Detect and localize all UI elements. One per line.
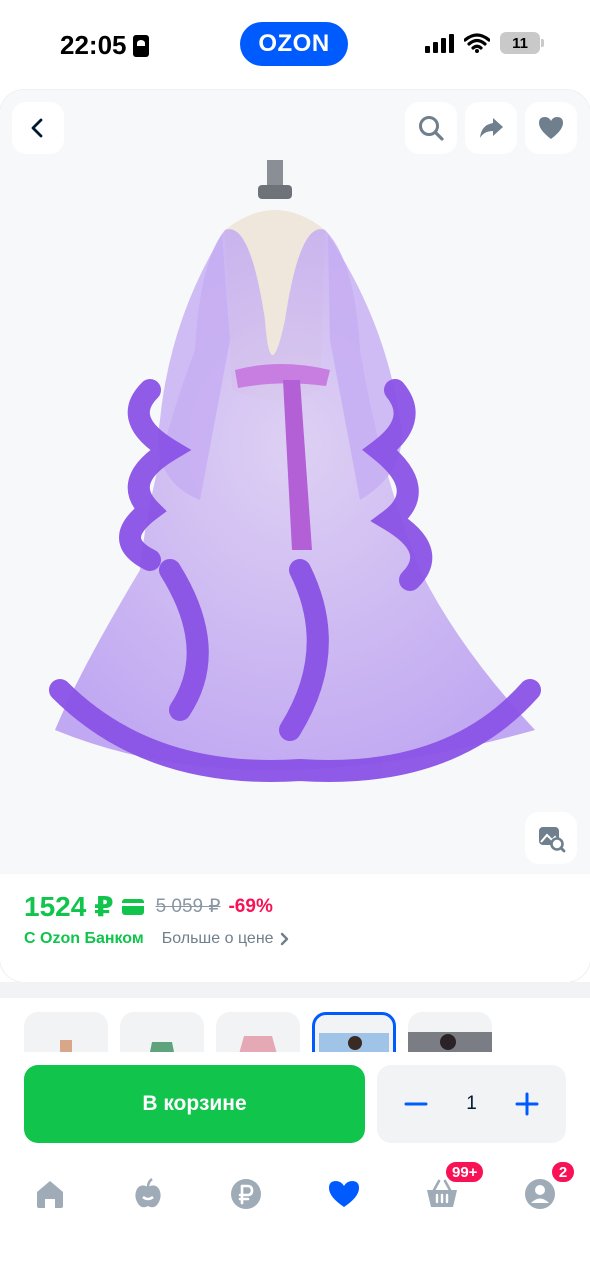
section-separator [0,982,590,998]
back-button[interactable] [12,102,64,154]
bank-row: С Ozon Банком Больше о цене [24,930,290,948]
home-icon [37,1181,63,1208]
quantity-stepper: 1 [377,1065,566,1143]
price-row: 1524 ₽ 5 059 ₽ -69% [24,890,273,923]
variant-thumbnails [0,998,590,1058]
plus-icon [515,1092,539,1116]
image-search-icon [539,827,566,853]
old-price: 5 059 ₽ [155,896,221,917]
signal-icon [425,34,454,53]
ozon-pill[interactable]: OZON [240,22,348,66]
more-about-price-link[interactable]: Больше о цене [162,930,290,948]
profile-icon [525,1179,555,1209]
visual-search-button[interactable] [525,812,577,864]
battery-level: 11 [512,34,528,52]
apple-icon [135,1178,161,1208]
increase-button[interactable] [514,1091,540,1117]
chevron-right-icon [280,932,288,946]
minus-icon [404,1102,428,1106]
tab-favorites[interactable] [324,1174,364,1214]
favorite-button[interactable] [525,102,577,154]
decrease-button[interactable] [403,1091,429,1117]
contact-card-icon [132,34,149,57]
discount-badge: -69% [228,895,273,917]
search-icon [419,116,444,141]
bank-card-icon [121,898,144,915]
ozon-pill-label: OZON [258,30,330,57]
search-button[interactable] [405,102,457,154]
in-cart-button[interactable]: В корзине [24,1065,365,1143]
share-icon [480,118,503,138]
system-icons: 11 [424,32,544,54]
clock-text: 22:05 [60,30,127,60]
status-bar: 22:05 OZON 11 [0,0,590,88]
chevron-left-icon [31,118,43,138]
price: 1524 ₽ [24,891,114,922]
more-about-price-text: Больше о цене [161,930,274,947]
cart-count-badge: 99+ [444,1160,486,1184]
heart-icon [539,117,563,139]
in-cart-label: В корзине [142,1092,247,1115]
quantity-value: 1 [466,1093,477,1114]
tab-finance[interactable] [226,1174,266,1214]
share-button[interactable] [465,102,517,154]
heart-icon [329,1181,359,1207]
product-image [49,160,541,782]
product-card: 1524 ₽ 5 059 ₽ -69% С Ozon Банком Больше… [0,90,590,982]
product-image-gallery[interactable] [0,90,590,874]
bottom-action-bar: В корзине 1 [0,1052,590,1156]
wifi-icon [464,33,490,53]
bottom-tab-bar: 99+ 2 [0,1156,590,1280]
profile-notification-badge: 2 [550,1160,576,1184]
ozon-bank-label: С Ozon Банком [24,930,144,947]
battery-icon: 11 [500,32,544,54]
tab-fresh[interactable] [128,1174,168,1214]
clock: 22:05 [60,30,149,61]
ruble-icon [231,1179,261,1209]
tab-home[interactable] [30,1174,70,1214]
